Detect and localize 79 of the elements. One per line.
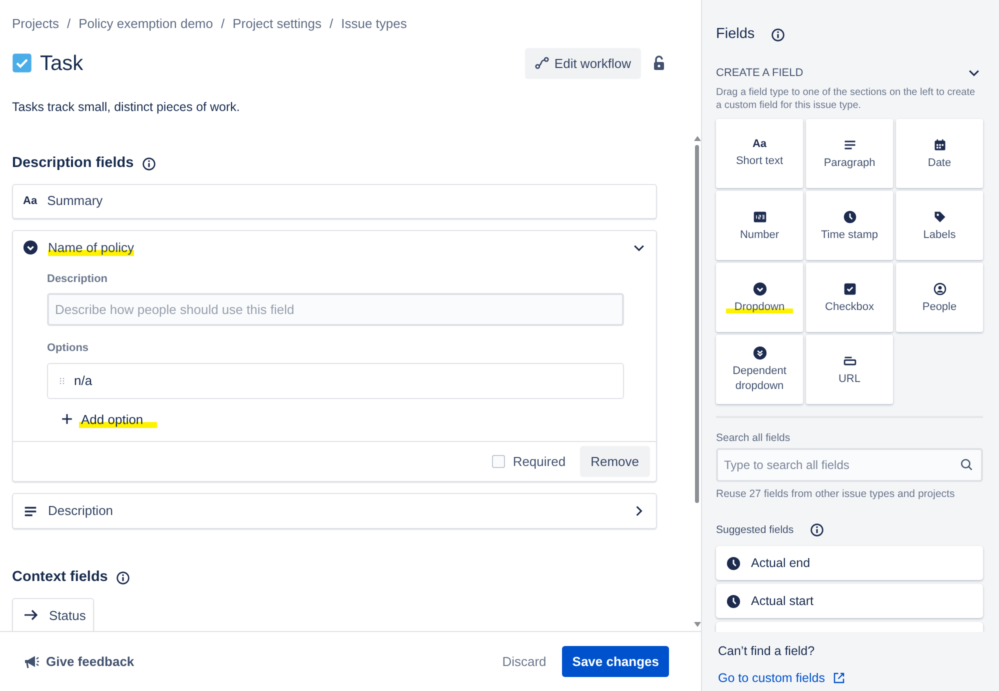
field-type-tile[interactable]: People <box>896 263 983 332</box>
field-chip[interactable]: Status <box>12 598 94 631</box>
checkbox-icon <box>842 282 856 296</box>
help-text: Reuse 27 fields from other issue types and projects <box>716 488 956 502</box>
text-style-icon: Aa <box>752 139 767 150</box>
info-icon[interactable] <box>116 570 130 585</box>
search-field[interactable]: Type to search all fields <box>716 448 983 482</box>
field-card[interactable]: Description <box>12 493 657 529</box>
field-type-tile[interactable]: Number <box>716 191 803 260</box>
field-label: Options <box>47 341 90 356</box>
field-name: Status <box>49 606 86 624</box>
required-checkbox[interactable]: Required <box>492 452 566 472</box>
field-type-tile[interactable]: Time stamp <box>806 191 893 260</box>
breadcrumb-separator: / <box>221 15 225 33</box>
breadcrumb-link[interactable]: Issue types <box>341 14 407 34</box>
double-chevron-icon <box>752 346 766 360</box>
suggested-field-card[interactable]: Actual start <box>716 584 983 618</box>
clock-icon <box>842 210 856 224</box>
search-icon <box>960 458 973 472</box>
field-name: Summary <box>47 192 103 210</box>
issue-type-description: Tasks track small, distinct pieces of work. <box>12 99 241 116</box>
field-type-tile[interactable]: Paragraph <box>806 119 893 188</box>
external-link-icon <box>833 672 845 684</box>
field-type-tile[interactable]: Labels <box>896 191 983 260</box>
help-text: Drag a field type to one of the sections on the left to create a custom field for this issue type. <box>716 87 976 112</box>
breadcrumb-separator: / <box>330 15 334 33</box>
tag-icon <box>932 210 946 224</box>
custom-fields-link[interactable]: Go to custom fields <box>718 668 845 688</box>
section-heading: Description fields <box>12 154 134 173</box>
scrollbar-thumb[interactable] <box>695 145 699 503</box>
field-label: Description <box>47 272 109 286</box>
field-name: Actual start <box>751 592 814 610</box>
breadcrumb-link[interactable]: Projects <box>12 14 59 34</box>
field-type-tile[interactable]: Checkbox <box>806 263 893 332</box>
field-name: Actual end <box>751 554 810 572</box>
info-icon[interactable] <box>810 523 824 538</box>
checkbox-icon <box>12 53 32 74</box>
panel-title: Fields <box>716 25 755 44</box>
number-icon <box>752 210 766 224</box>
section-heading: Context fields <box>12 568 108 587</box>
workflow-icon <box>535 56 550 70</box>
discard-button[interactable]: Discard <box>498 646 550 678</box>
help-text: Can’t find a field? <box>718 643 816 660</box>
field-type-tile[interactable]: Dependent dropdown <box>716 335 803 404</box>
chevron-circle-icon <box>752 282 766 296</box>
scroll-up-icon[interactable] <box>694 136 700 141</box>
field-type-tile[interactable]: Date <box>896 119 983 188</box>
clock-icon <box>726 556 741 571</box>
remove-button[interactable]: Remove <box>580 446 650 478</box>
description-field[interactable]: Describe how people should use this field <box>47 293 624 326</box>
lines-icon <box>842 138 856 152</box>
breadcrumb-separator: / <box>66 15 71 33</box>
section-heading: Suggested fields <box>716 522 794 538</box>
plus-icon <box>61 413 73 426</box>
suggested-field-card[interactable]: Actual end <box>716 546 983 580</box>
field-card[interactable]: Aa Summary <box>12 184 657 218</box>
info-icon[interactable] <box>142 156 156 171</box>
section-heading: CREATE A FIELD <box>716 66 804 81</box>
option-text: n/a <box>74 372 92 390</box>
save-changes-button[interactable]: Save changes <box>562 646 669 678</box>
unlocked-lock-icon[interactable] <box>651 54 667 72</box>
clock-icon <box>726 594 741 609</box>
give-feedback-button[interactable]: Give feedback <box>22 652 134 672</box>
field-type-tile[interactable]: URL <box>806 335 893 404</box>
issue-type-title: Task <box>40 50 84 76</box>
megaphone-icon <box>22 654 40 670</box>
breadcrumb-link[interactable]: Project settings <box>232 14 322 34</box>
field-name: Description <box>48 502 114 520</box>
edit-workflow-button[interactable]: Edit workflow <box>525 48 641 79</box>
calendar-icon <box>932 138 946 152</box>
breadcrumb-link[interactable]: Policy exemption demo <box>78 14 213 34</box>
option-row[interactable]: n/a <box>47 362 624 398</box>
chevron-circle-icon <box>23 240 38 255</box>
text-style-icon: Aa <box>23 196 38 206</box>
field-label: Search all fields <box>716 432 792 446</box>
info-icon[interactable] <box>770 28 785 42</box>
person-icon <box>932 282 946 296</box>
scroll-down-icon[interactable] <box>694 622 700 627</box>
field-type-tile[interactable]: Aa Short text <box>716 119 803 188</box>
